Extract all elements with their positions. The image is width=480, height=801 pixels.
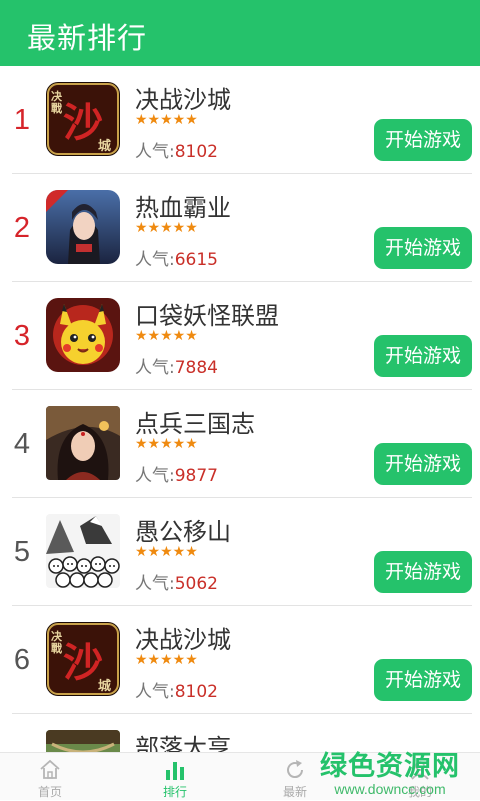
popularity-value: 9877 bbox=[174, 466, 218, 486]
yugong-yishan-game-icon[interactable] bbox=[46, 514, 120, 588]
popularity-value: 5062 bbox=[174, 574, 218, 594]
rank-number: 4 bbox=[13, 428, 31, 460]
dianbing-sanguozhi-game-icon[interactable] bbox=[46, 406, 120, 480]
start-game-button[interactable]: 开始游戏 bbox=[374, 551, 472, 593]
app-header: 最新排行 bbox=[0, 0, 480, 66]
star-rating: ★★★★★ bbox=[135, 112, 198, 128]
tab-latest[interactable]: 最新 bbox=[255, 753, 335, 801]
svg-text:沙: 沙 bbox=[63, 639, 103, 686]
rank-number: 5 bbox=[13, 536, 31, 568]
svg-text:决: 决 bbox=[51, 89, 63, 103]
tab-label: 我的 bbox=[407, 785, 432, 799]
tab-home[interactable]: 首页 bbox=[10, 753, 90, 801]
popularity: 人气:8102 bbox=[135, 137, 218, 162]
list-item[interactable]: 5 愚公移山 ★★★★★ 人气:5062 开始游戏 bbox=[0, 498, 480, 606]
list-item[interactable]: 2 热血霸业 ★★★★★ 人气:6615 开始游戏 bbox=[0, 174, 480, 282]
start-game-button[interactable]: 开始游戏 bbox=[374, 119, 472, 161]
tab-ranking[interactable]: 排行 bbox=[135, 753, 215, 801]
list-item[interactable]: 4 点兵三国志 ★★★★★ 人气:9877 开始游戏 bbox=[0, 390, 480, 498]
popularity: 人气:8102 bbox=[135, 677, 218, 702]
svg-text:决: 决 bbox=[51, 629, 63, 643]
page-title: 最新排行 bbox=[27, 21, 148, 55]
popularity-value: 8102 bbox=[174, 682, 218, 702]
rank-number: 3 bbox=[13, 320, 31, 352]
popularity: 人气:7884 bbox=[135, 353, 218, 378]
tab-mine[interactable]: 我的 bbox=[380, 753, 460, 801]
start-game-button[interactable]: 开始游戏 bbox=[374, 659, 472, 701]
popularity: 人气:6615 bbox=[135, 245, 218, 270]
rexue-baye-game-icon[interactable] bbox=[46, 190, 120, 264]
popularity-label: 人气: bbox=[135, 142, 175, 162]
juezhan-shacheng-game-icon[interactable]: 决 戰 沙 城 bbox=[46, 82, 120, 156]
popularity-value: 7884 bbox=[174, 358, 218, 378]
start-game-button[interactable]: 开始游戏 bbox=[374, 335, 472, 377]
bottom-tab-bar: 首页 排行 最新 我的 bbox=[0, 752, 480, 800]
popularity: 人气:5062 bbox=[135, 569, 218, 594]
svg-text:城: 城 bbox=[98, 678, 111, 694]
popularity-label: 人气: bbox=[135, 250, 175, 270]
svg-text:城: 城 bbox=[98, 138, 111, 154]
tab-label: 首页 bbox=[37, 785, 62, 799]
game-name: 决战沙城 bbox=[135, 86, 231, 114]
refresh-icon bbox=[287, 760, 304, 779]
tab-label: 排行 bbox=[162, 785, 187, 799]
rank-number: 2 bbox=[13, 212, 31, 244]
ranking-list[interactable]: 1 决 戰 沙 城 决战沙城 ★★★★★ 人气:8102 开始游戏 2 热血霸业… bbox=[0, 66, 480, 752]
pikachu-game-icon[interactable] bbox=[46, 298, 120, 372]
svg-text:戰: 戰 bbox=[51, 101, 62, 115]
rank-number: 6 bbox=[13, 644, 31, 676]
popularity-label: 人气: bbox=[135, 466, 175, 486]
start-game-button[interactable]: 开始游戏 bbox=[374, 443, 472, 485]
popularity-label: 人气: bbox=[135, 358, 175, 378]
star-rating: ★★★★★ bbox=[135, 220, 198, 236]
game-name: 部落大亨 bbox=[135, 734, 231, 752]
tab-label: 最新 bbox=[282, 785, 307, 799]
star-rating: ★★★★★ bbox=[135, 328, 198, 344]
game-name: 口袋妖怪联盟 bbox=[135, 302, 279, 330]
svg-text:沙: 沙 bbox=[63, 99, 103, 146]
buluo-daheng-game-icon[interactable] bbox=[46, 730, 120, 752]
popularity: 人气:9877 bbox=[135, 461, 218, 486]
popularity-value: 6615 bbox=[174, 250, 218, 270]
game-name: 热血霸业 bbox=[135, 194, 231, 222]
popularity-value: 8102 bbox=[174, 142, 218, 162]
bar-chart-icon bbox=[166, 762, 184, 780]
game-name: 愚公移山 bbox=[135, 518, 231, 546]
start-game-button[interactable]: 开始游戏 bbox=[374, 227, 472, 269]
star-rating: ★★★★★ bbox=[135, 436, 198, 452]
game-name: 点兵三国志 bbox=[135, 410, 255, 438]
svg-text:戰: 戰 bbox=[51, 641, 62, 655]
list-item[interactable]: 3 口袋妖怪联盟 ★★★★★ 人气:7884 开始游戏 bbox=[0, 282, 480, 390]
list-item[interactable]: 部落大亨 bbox=[0, 714, 480, 752]
home-icon bbox=[40, 759, 60, 779]
popularity-label: 人气: bbox=[135, 574, 175, 594]
rank-number: 1 bbox=[13, 104, 31, 136]
game-name: 决战沙城 bbox=[135, 626, 231, 654]
juezhan-shacheng-game-icon[interactable]: 决 戰 沙 城 bbox=[46, 622, 120, 696]
star-rating: ★★★★★ bbox=[135, 544, 198, 560]
list-item[interactable]: 6 决 戰 沙 城 决战沙城 ★★★★★ 人气:8102 开始游戏 bbox=[0, 606, 480, 714]
list-item[interactable]: 1 决 戰 沙 城 决战沙城 ★★★★★ 人气:8102 开始游戏 bbox=[0, 66, 480, 174]
star-rating: ★★★★★ bbox=[135, 652, 198, 668]
popularity-label: 人气: bbox=[135, 682, 175, 702]
user-icon bbox=[411, 761, 429, 780]
